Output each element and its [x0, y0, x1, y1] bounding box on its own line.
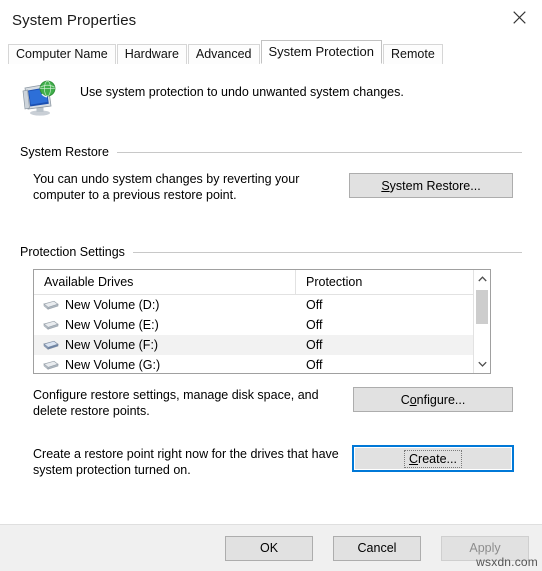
- protection-status: Off: [306, 318, 323, 332]
- list-body: New Volume (D:) Off New Volume (E:) Off …: [34, 295, 490, 373]
- create-row: Create a restore point right now for the…: [20, 445, 522, 478]
- chevron-down-icon[interactable]: [474, 355, 490, 373]
- ok-button[interactable]: OK: [225, 535, 313, 561]
- system-protection-glyph: [22, 80, 56, 116]
- tab-system-protection[interactable]: System Protection: [260, 40, 382, 64]
- protection-status: Off: [306, 358, 323, 372]
- table-row[interactable]: New Volume (G:) Off: [34, 355, 490, 373]
- system-restore-description: You can undo system changes by reverting…: [33, 172, 300, 202]
- group-divider-line: [116, 151, 522, 153]
- chevron-up-glyph: [477, 276, 487, 282]
- tab-remote[interactable]: Remote: [383, 44, 443, 64]
- close-icon[interactable]: [496, 0, 542, 34]
- configure-button-label: Configure...: [400, 392, 466, 407]
- configure-button[interactable]: Configure...: [353, 387, 513, 412]
- create-button-label: Create...: [404, 449, 462, 468]
- create-description: Create a restore point right now for the…: [33, 447, 339, 477]
- table-row[interactable]: New Volume (F:) Off: [34, 335, 490, 355]
- close-glyph: [512, 10, 526, 24]
- system-restore-button[interactable]: System Restore...: [349, 173, 513, 198]
- drive-name: New Volume (E:): [65, 318, 159, 332]
- protection-settings-group: Protection Settings Available Drives Pro…: [20, 245, 522, 478]
- available-drives-list[interactable]: Available Drives Protection New Volume (…: [33, 269, 491, 374]
- tab-hardware[interactable]: Hardware: [116, 44, 187, 64]
- tab-computer-name[interactable]: Computer Name: [8, 44, 116, 64]
- system-restore-group-header: System Restore: [20, 145, 522, 159]
- hard-drive-icon: [43, 300, 59, 310]
- title-bar: System Properties: [0, 0, 542, 40]
- protection-status: Off: [306, 298, 323, 312]
- tab-advanced[interactable]: Advanced: [187, 44, 260, 64]
- panel-description: Use system protection to undo unwanted s…: [80, 85, 404, 99]
- protection-settings-group-title: Protection Settings: [20, 245, 125, 259]
- configure-row: Configure restore settings, manage disk …: [20, 387, 522, 419]
- system-restore-group: System Restore You can undo system chang…: [20, 145, 522, 203]
- list-scrollbar[interactable]: [473, 270, 490, 373]
- drive-cell: New Volume (D:): [34, 298, 296, 312]
- system-restore-button-label: System Restore...: [381, 178, 481, 193]
- protection-status: Off: [306, 338, 323, 352]
- drive-cell: New Volume (F:): [34, 338, 296, 352]
- configure-description: Configure restore settings, manage disk …: [33, 388, 319, 418]
- hard-drive-icon: [43, 340, 59, 350]
- tab-strip: Computer Name Hardware Advanced System P…: [0, 40, 542, 64]
- system-properties-window: System Properties Computer Name Hardware…: [0, 0, 542, 571]
- system-protection-icon: [20, 79, 60, 119]
- create-button[interactable]: Create...: [352, 445, 514, 472]
- hard-drive-icon: [43, 320, 59, 330]
- scrollbar-thumb[interactable]: [476, 290, 488, 324]
- drive-name: New Volume (F:): [65, 338, 159, 352]
- watermark: wsxdn.com: [476, 555, 538, 569]
- panel-header: Use system protection to undo unwanted s…: [0, 63, 542, 119]
- group-divider-line: [132, 251, 522, 253]
- chevron-down-glyph: [477, 361, 487, 367]
- drive-cell: New Volume (G:): [34, 358, 296, 372]
- table-row[interactable]: New Volume (D:) Off: [34, 295, 490, 315]
- table-row[interactable]: New Volume (E:) Off: [34, 315, 490, 335]
- list-header-row: Available Drives Protection: [34, 270, 490, 295]
- dialog-button-bar: OK Cancel Apply wsxdn.com: [0, 524, 542, 571]
- hard-drive-icon: [43, 360, 59, 370]
- protection-settings-group-header: Protection Settings: [20, 245, 522, 259]
- column-header-available-drives[interactable]: Available Drives: [34, 270, 296, 294]
- drive-cell: New Volume (E:): [34, 318, 296, 332]
- window-title: System Properties: [12, 11, 137, 29]
- scrollbar-track[interactable]: [474, 288, 490, 355]
- drive-name: New Volume (D:): [65, 298, 160, 312]
- system-restore-group-title: System Restore: [20, 145, 109, 159]
- system-protection-panel: Use system protection to undo unwanted s…: [0, 62, 542, 524]
- chevron-up-icon[interactable]: [474, 270, 490, 288]
- cancel-button[interactable]: Cancel: [333, 535, 421, 561]
- column-header-protection[interactable]: Protection: [296, 270, 471, 294]
- system-restore-row: You can undo system changes by reverting…: [20, 171, 522, 203]
- drive-name: New Volume (G:): [65, 358, 161, 372]
- system-restore-body: You can undo system changes by reverting…: [20, 159, 522, 203]
